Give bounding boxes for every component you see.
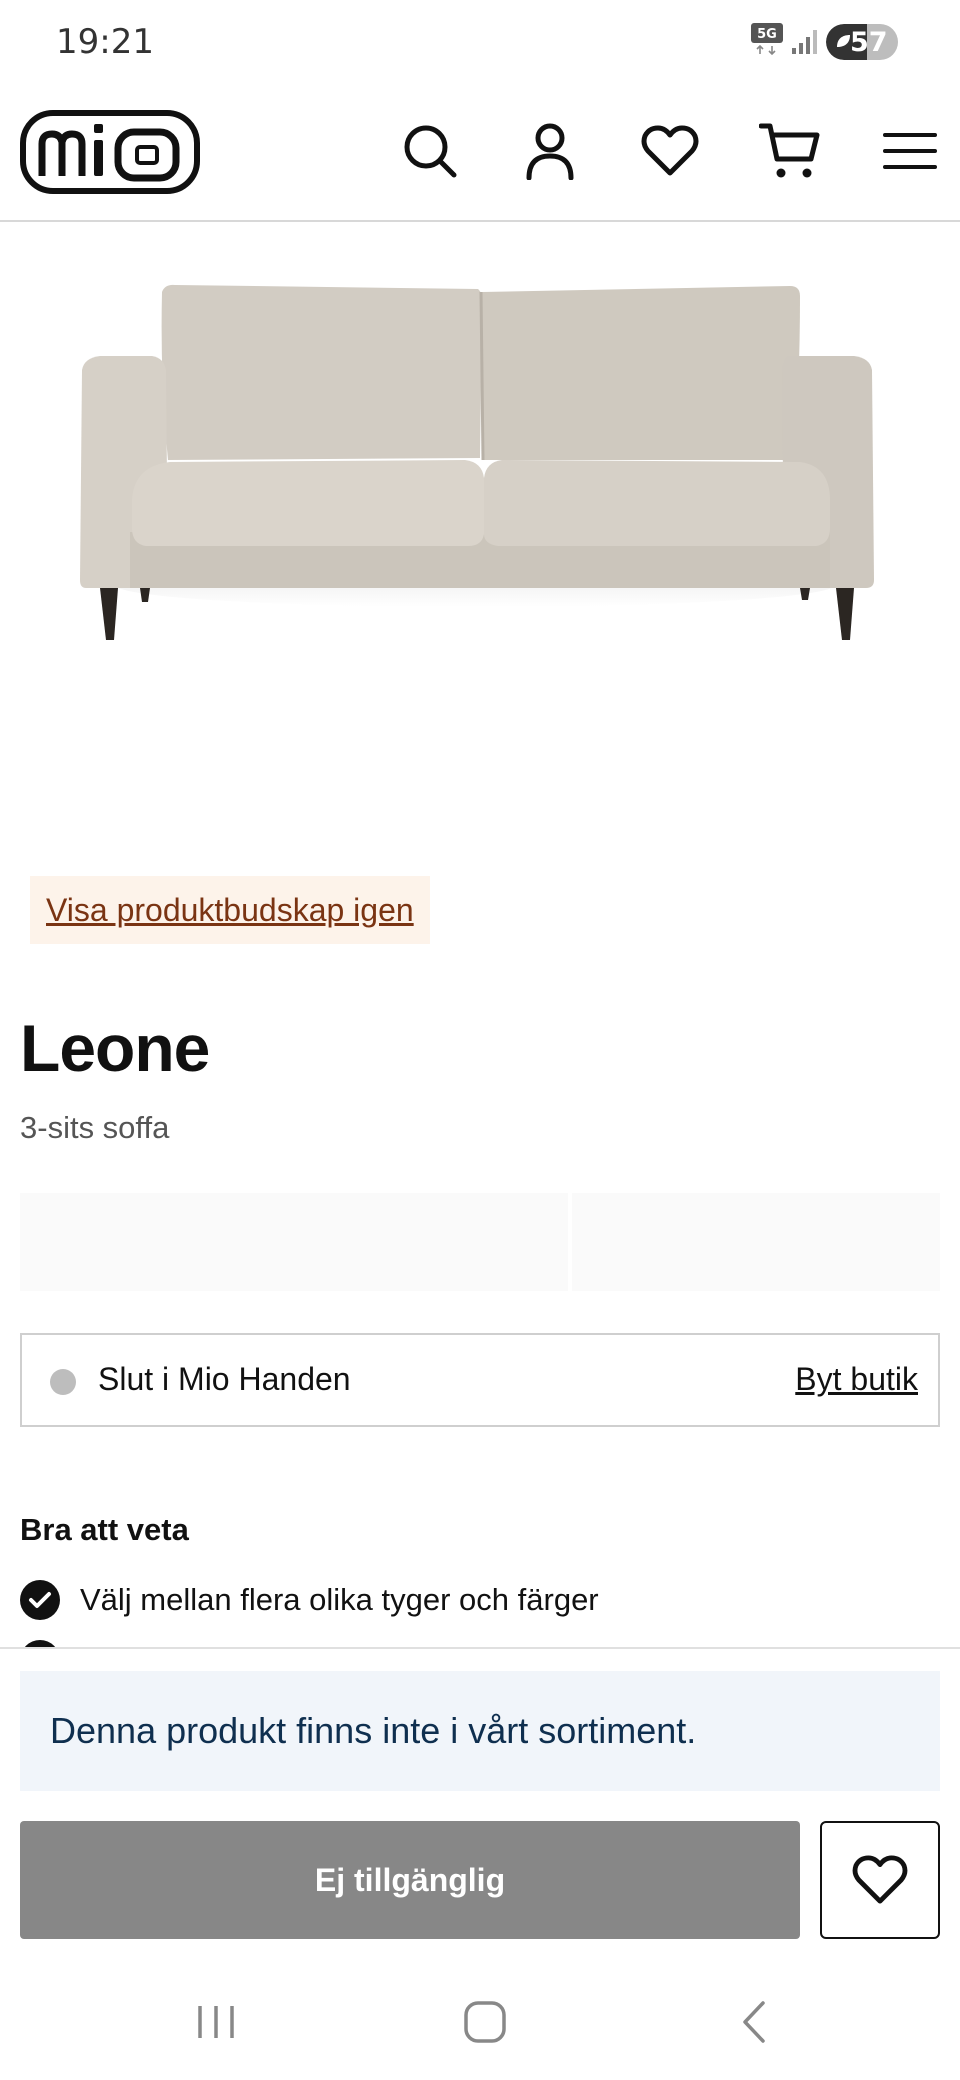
unavailable-button-label: Ej tillgänglig xyxy=(314,1861,506,1898)
status-time: 19:21 xyxy=(56,22,154,62)
product-title: Leone xyxy=(20,1011,210,1085)
menu-icon xyxy=(883,133,937,169)
heart-icon xyxy=(852,1855,908,1904)
home-button[interactable] xyxy=(455,1992,515,2052)
good-to-know-item: Välj mellan flera olika tyger och färger xyxy=(20,1580,599,1620)
status-bar: 19:21 5G 57 xyxy=(0,0,960,86)
wishlist-button[interactable] xyxy=(635,116,705,186)
stock-status-dot xyxy=(50,1369,76,1395)
mio-logo[interactable] xyxy=(20,110,200,194)
network-5g-icon: 5G xyxy=(751,23,783,56)
show-product-message-container: Visa produktbudskap igen xyxy=(30,876,430,944)
good-to-know-text: Välj mellan flera olika tyger och färger xyxy=(80,1582,599,1617)
good-to-know-heading: Bra att veta xyxy=(20,1512,189,1547)
heart-icon xyxy=(641,125,699,176)
stock-status-text: Slut i Mio Handen xyxy=(98,1361,351,1397)
back-button[interactable] xyxy=(724,1992,784,2052)
sticky-purchase-panel: Denna produkt finns inte i vårt sortimen… xyxy=(0,1647,960,1961)
notice-text: Denna produkt finns inte i vårt sortimen… xyxy=(50,1710,697,1751)
account-button[interactable] xyxy=(515,116,585,186)
site-header xyxy=(0,86,960,222)
product-image[interactable] xyxy=(60,270,890,650)
recent-apps-button[interactable] xyxy=(186,1992,246,2052)
change-store-link[interactable]: Byt butik xyxy=(795,1361,918,1398)
price-placeholder xyxy=(20,1193,568,1291)
cart-button[interactable] xyxy=(755,116,825,186)
recent-apps-icon xyxy=(198,2006,234,2038)
variant-placeholder xyxy=(572,1193,940,1291)
unavailable-button[interactable]: Ej tillgänglig xyxy=(20,1821,800,1939)
store-availability: Slut i Mio Handen Byt butik xyxy=(20,1333,940,1427)
not-in-assortment-notice: Denna produkt finns inte i vårt sortimen… xyxy=(20,1671,940,1791)
battery-percentage: 57 xyxy=(850,27,888,58)
search-button[interactable] xyxy=(395,116,465,186)
cart-icon xyxy=(759,123,820,178)
back-icon xyxy=(743,2001,765,2043)
checkmark-icon xyxy=(20,1580,60,1620)
menu-button[interactable] xyxy=(875,116,945,186)
system-navigation-bar xyxy=(0,1962,960,2080)
battery-indicator: 57 xyxy=(826,24,898,60)
add-to-wishlist-button[interactable] xyxy=(820,1821,940,1939)
search-icon xyxy=(404,125,457,178)
signal-icon xyxy=(792,30,817,54)
home-icon xyxy=(464,2001,506,2043)
network-label: 5G xyxy=(757,27,777,42)
account-icon xyxy=(526,123,574,180)
product-subtitle: 3-sits soffa xyxy=(20,1110,170,1145)
show-product-message-link[interactable]: Visa produktbudskap igen xyxy=(46,892,414,929)
